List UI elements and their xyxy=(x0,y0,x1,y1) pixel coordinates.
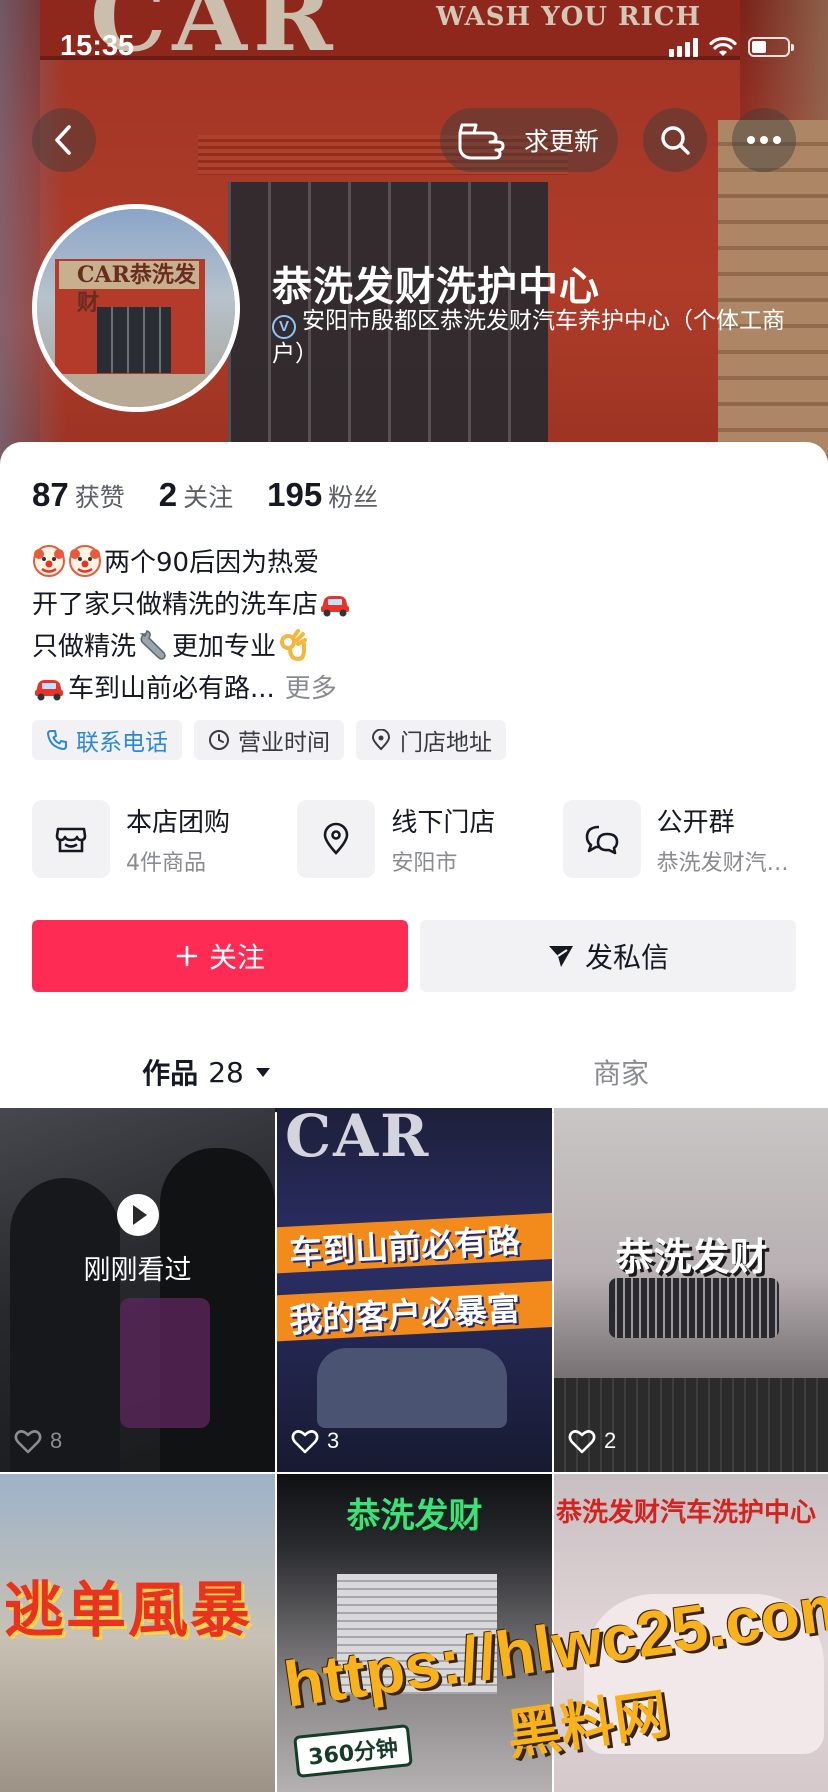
video-caption-line-1: 车到山前必有路 xyxy=(288,1220,521,1273)
clown-face-icon xyxy=(69,545,101,577)
wrench-icon xyxy=(139,630,166,660)
clock-icon xyxy=(209,730,229,750)
ok-hand-icon xyxy=(280,629,308,662)
battery-icon xyxy=(748,37,794,57)
follow-button[interactable]: 关注 xyxy=(32,920,408,992)
plus-icon xyxy=(176,945,198,967)
message-button[interactable]: 发私信 xyxy=(420,920,796,992)
service-public-group[interactable]: 公开群 恭洗发财汽… xyxy=(562,800,828,878)
stats-row: 87 获赞 2 关注 195 粉丝 xyxy=(32,476,378,514)
more-button[interactable] xyxy=(732,108,796,172)
avatar-sign: CAR恭洗发财 xyxy=(59,261,199,316)
stat-following[interactable]: 2 关注 xyxy=(159,476,233,514)
bio-line-3: 只做精洗 更加专业 xyxy=(32,626,792,668)
tab-works[interactable]: 作品 28 xyxy=(0,1032,414,1112)
shop-name: 恭洗发财洗护中心 xyxy=(272,264,600,310)
video-caption: 恭洗发财 xyxy=(346,1496,483,1536)
tag-phone[interactable]: 联系电话 xyxy=(32,720,182,760)
car-icon xyxy=(35,680,63,701)
back-button[interactable] xyxy=(32,108,96,172)
status-icons xyxy=(669,36,794,58)
caret-down-icon xyxy=(255,1068,270,1077)
heart-icon xyxy=(568,1430,596,1454)
like-count: 2 xyxy=(568,1428,616,1454)
status-time: 15:35 xyxy=(60,30,135,62)
video-badge: 360分钟 xyxy=(293,1724,413,1778)
services-row: 本店团购 4件商品 线下门店 安阳市 公开群 恭洗发财汽… xyxy=(32,800,828,878)
video-caption: 恭洗发财 xyxy=(615,1235,768,1279)
shop-icon xyxy=(55,827,87,853)
stat-followers[interactable]: 195 粉丝 xyxy=(267,476,378,514)
like-count: 3 xyxy=(291,1428,339,1454)
more-dots-icon xyxy=(747,136,781,144)
phone-icon xyxy=(47,730,67,750)
bio-line-1: 两个90后因为热爱 xyxy=(32,542,792,584)
request-update-label: 求更新 xyxy=(524,127,600,156)
video-brand-text: CAR xyxy=(285,1108,431,1170)
verification-text: 安阳市殷都区恭洗发财汽车养护中心（个体工商户） xyxy=(272,308,785,367)
contact-tags: 联系电话 营业时间 门店地址 xyxy=(32,720,506,760)
tag-address[interactable]: 门店地址 xyxy=(356,720,506,760)
location-icon xyxy=(371,729,391,751)
bio: 两个90后因为热爱 开了家只做精洗的洗车店 只做精洗 更加专业 车到山前必有路..… xyxy=(32,542,792,710)
pointing-hand-icon xyxy=(458,123,505,160)
video-tile[interactable]: 刚刚看过 8 xyxy=(0,1108,275,1472)
bio-line-4: 车到山前必有路... 更多 xyxy=(32,668,792,710)
wifi-icon xyxy=(709,36,737,56)
tab-merchant[interactable]: 商家 xyxy=(414,1032,828,1112)
search-icon xyxy=(661,126,690,155)
heart-icon xyxy=(14,1430,42,1454)
avatar[interactable]: CAR恭洗发财 xyxy=(32,204,240,412)
search-button[interactable] xyxy=(643,108,707,172)
verification-line[interactable]: V 安阳市殷都区恭洗发财汽车养护中心（个体工商户） xyxy=(272,306,792,369)
chevron-left-icon xyxy=(55,125,71,155)
play-icon xyxy=(117,1194,159,1236)
service-group-buy[interactable]: 本店团购 4件商品 xyxy=(32,800,297,878)
clown-face-icon xyxy=(33,545,65,577)
signal-icon xyxy=(669,37,698,57)
send-icon xyxy=(548,946,573,967)
verified-icon: V xyxy=(272,314,296,339)
content-tabs: 作品 28 商家 xyxy=(0,1032,828,1113)
request-update-button[interactable]: 求更新 xyxy=(440,108,618,172)
video-caption: 恭洗发财汽车洗护中心 xyxy=(556,1498,817,1528)
watched-label: 刚刚看过 xyxy=(83,1255,192,1286)
video-tile[interactable]: 恭洗发财 2 xyxy=(554,1108,828,1472)
heart-icon xyxy=(291,1430,319,1454)
video-tile[interactable]: CAR 车到山前必有路 我的客户必暴富 3 xyxy=(277,1108,552,1472)
bio-line-2: 开了家只做精洗的洗车店 xyxy=(32,584,792,626)
service-offline-store[interactable]: 线下门店 安阳市 xyxy=(297,800,562,878)
video-caption: 逃单風暴 xyxy=(4,1576,252,1646)
video-tile[interactable]: 逃单風暴 xyxy=(0,1474,275,1792)
location-pin-icon xyxy=(324,822,349,855)
chat-icon xyxy=(585,825,618,855)
stat-likes[interactable]: 87 获赞 xyxy=(32,476,125,514)
video-caption-line-2: 我的客户必暴富 xyxy=(288,1288,521,1341)
like-count: 8 xyxy=(14,1428,62,1454)
bio-more-link[interactable]: 更多 xyxy=(285,674,337,704)
tag-hours[interactable]: 营业时间 xyxy=(194,720,344,760)
car-icon xyxy=(321,596,350,617)
